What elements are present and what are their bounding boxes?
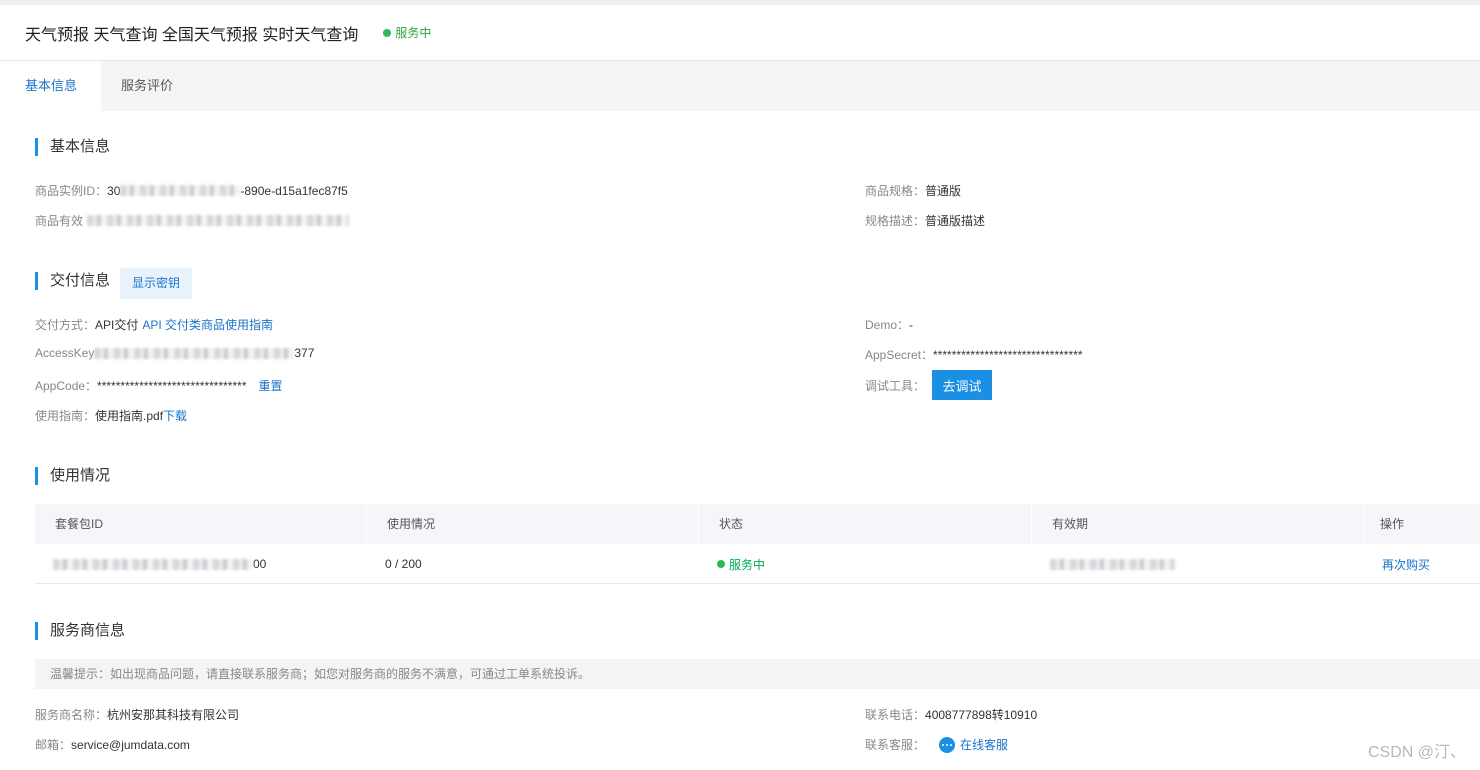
provider-support-label: 联系客服： <box>865 738 926 752</box>
provider-phone-row: 联系电话： 4008777898转10910 <box>865 706 1037 723</box>
rebuy-link[interactable]: 再次购买 <box>1382 556 1430 573</box>
appcode-label: AppCode： <box>35 379 98 393</box>
provider-phone-label: 联系电话： <box>865 708 926 722</box>
csdn-watermark: CSDN @汀、 <box>1367 744 1466 761</box>
row-status-badge: 服务中 <box>717 556 765 573</box>
reset-link[interactable]: 重置 <box>258 377 282 394</box>
instance-id-redacted <box>120 185 241 196</box>
status-dot-icon <box>717 560 725 568</box>
valid-period-row: 商品有效 <box>35 212 350 229</box>
access-key-suffix: 377 <box>294 346 315 360</box>
section-title-provider: 服务商信息 <box>35 622 125 640</box>
service-status-badge: 服务中 <box>383 24 431 41</box>
instance-id-suffix: -890e-d15a1fec87f5 <box>240 183 348 198</box>
access-key-row: AccessKey 377 <box>35 346 314 360</box>
valid-period-redacted <box>87 215 350 226</box>
tab-service-review[interactable]: 服务评价 <box>101 61 194 111</box>
appcode-value: ******************************** <box>97 378 247 393</box>
page-title: 天气预报 天气查询 全国天气预报 实时天气查询 <box>25 26 359 44</box>
chat-bubble-icon[interactable] <box>939 736 956 753</box>
action-cell: 再次购买 <box>1364 544 1480 584</box>
guide-row: 使用指南： 使用指南.pdf 下载 <box>35 407 187 424</box>
delivery-method-value: API交付 <box>95 318 139 332</box>
spec-row: 商品规格： 普通版 <box>865 182 961 199</box>
section-title-delivery: 交付信息 <box>35 272 110 290</box>
appsecret-row: AppSecret： *****************************… <box>865 346 1082 363</box>
valid-period-label: 商品有效 <box>35 214 84 228</box>
usage-cell: 0 / 200 <box>385 557 422 571</box>
provider-name-value: 杭州安那其科技有限公司 <box>107 708 240 722</box>
package-id-redacted <box>53 558 253 570</box>
delivery-method-label: 交付方式： <box>35 318 96 332</box>
column-header-status: 状态 <box>699 504 1032 544</box>
provider-support-row: 联系客服： 在线客服 <box>865 736 1008 753</box>
column-header-package-id: 套餐包ID <box>35 504 367 544</box>
debug-label: 调试工具： <box>865 378 926 393</box>
spec-desc-value: 普通版描述 <box>925 214 986 228</box>
online-support-link[interactable]: 在线客服 <box>960 736 1008 753</box>
section-title-basic: 基本信息 <box>35 138 110 156</box>
provider-phone-value: 4008777898转10910 <box>925 708 1038 722</box>
table-row: 00 0 / 200 服务中 再次购买 <box>35 544 1480 584</box>
validity-redacted <box>1050 558 1175 570</box>
guide-label: 使用指南： <box>35 409 96 423</box>
debug-button[interactable]: 去调试 <box>932 370 993 400</box>
package-id-suffix: 00 <box>253 557 267 571</box>
spec-label: 商品规格： <box>865 184 926 198</box>
provider-name-label: 服务商名称： <box>35 708 108 722</box>
instance-id-label: 商品实例ID： <box>35 184 108 198</box>
table-header: 套餐包ID 使用情况 状态 有效期 操作 <box>35 504 1480 544</box>
guide-file-name: 使用指南.pdf <box>95 409 164 423</box>
row-status-text: 服务中 <box>729 557 766 572</box>
provider-email-row: 邮箱： service@jumdata.com <box>35 736 190 753</box>
appsecret-label: AppSecret： <box>865 348 934 362</box>
demo-row: Demo： - <box>865 316 913 333</box>
instance-id-row: 商品实例ID： 30 -890e-d15a1fec87f5 <box>35 182 348 199</box>
column-header-action: 操作 <box>1380 517 1405 531</box>
instance-id-prefix: 30 <box>107 183 121 198</box>
debug-row: 调试工具： 去调试 <box>865 370 993 400</box>
column-header-usage: 使用情况 <box>367 504 699 544</box>
provider-email-label: 邮箱： <box>35 738 72 752</box>
usage-table: 套餐包ID 使用情况 状态 有效期 操作 00 0 / 200 服务中 再次购买 <box>35 504 1480 584</box>
spec-value: 普通版 <box>925 184 962 198</box>
show-key-button[interactable]: 显示密钥 <box>120 268 192 299</box>
tab-bar: 基本信息 服务评价 <box>0 61 1480 111</box>
delivery-method-row: 交付方式： API交付 API 交付类商品使用指南 <box>35 316 273 333</box>
download-link[interactable]: 下载 <box>163 407 187 424</box>
demo-value: - <box>909 317 914 332</box>
column-header-validity: 有效期 <box>1032 504 1364 544</box>
spec-desc-label: 规格描述： <box>865 214 926 228</box>
provider-email-value: service@jumdata.com <box>71 737 190 752</box>
demo-label: Demo： <box>865 318 910 332</box>
access-key-redacted <box>94 347 295 359</box>
page-header: 天气预报 天气查询 全国天气预报 实时天气查询 服务中 <box>0 5 1480 61</box>
appcode-row: AppCode： *******************************… <box>35 377 283 394</box>
provider-name-row: 服务商名称： 杭州安那其科技有限公司 <box>35 706 239 723</box>
status-dot-icon <box>383 28 392 37</box>
validity-cell <box>1032 544 1364 584</box>
notice-banner: 温馨提示：如出现商品问题，请直接联系服务商；如您对服务商的服务不满意，可通过工单… <box>35 659 1480 689</box>
access-key-label: AccessKey <box>35 346 95 360</box>
tab-basic-info[interactable]: 基本信息 <box>0 61 101 111</box>
appsecret-value: ******************************** <box>933 347 1083 362</box>
status-text: 服务中 <box>395 26 432 40</box>
status-cell: 服务中 <box>699 544 1032 584</box>
spec-desc-row: 规格描述： 普通版描述 <box>865 212 985 229</box>
section-title-usage: 使用情况 <box>35 467 110 485</box>
api-guide-link[interactable]: API 交付类商品使用指南 <box>142 316 273 333</box>
package-id-cell: 00 <box>35 544 367 584</box>
